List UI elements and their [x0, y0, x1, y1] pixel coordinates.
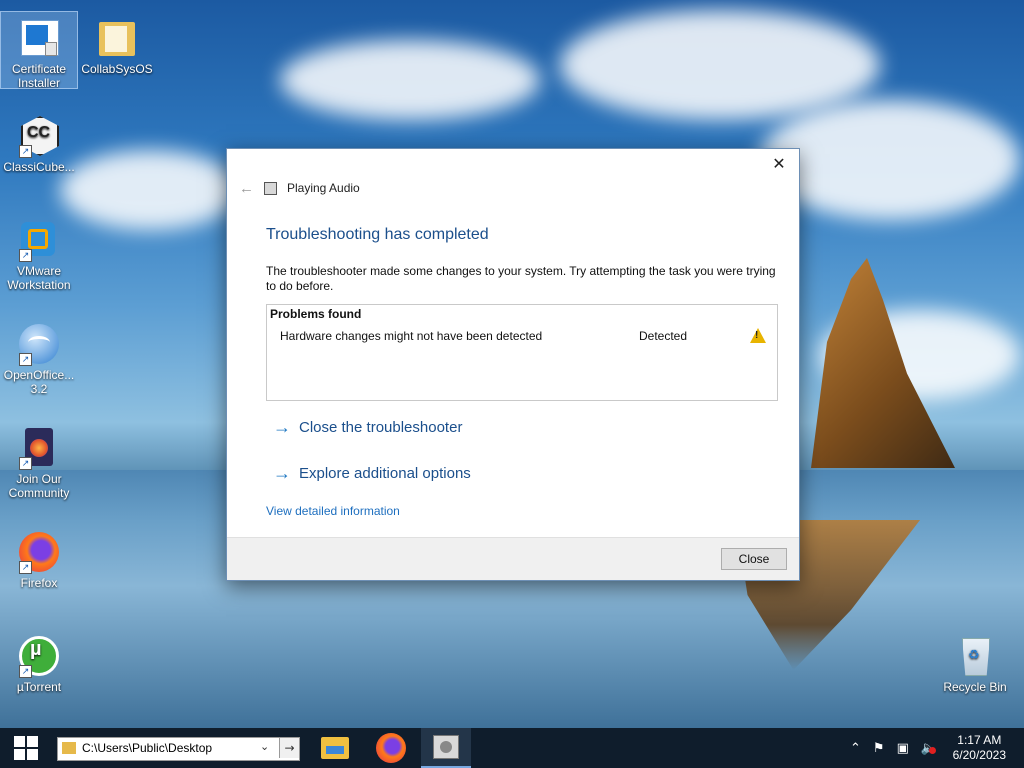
- shortcut-arrow-icon: ↗: [19, 561, 32, 574]
- folder-icon: [62, 742, 76, 754]
- desktop-icon-label: Firefox: [20, 576, 58, 590]
- folder-icon: [95, 16, 139, 60]
- taskbar-troubleshooter[interactable]: [421, 728, 471, 768]
- dialog-header: ← Playing Audio: [239, 179, 360, 197]
- dialog-title: Troubleshooting has completed: [266, 226, 489, 243]
- desktop-icon-label: VMware Workstation: [7, 264, 71, 292]
- vmware-icon: ↗: [17, 218, 61, 262]
- back-arrow-icon[interactable]: ←: [239, 180, 254, 197]
- explore-options-label: Explore additional options: [299, 465, 471, 482]
- cloud: [60, 150, 240, 230]
- troubleshooter-icon: [433, 735, 459, 759]
- start-button[interactable]: [0, 728, 52, 768]
- close-troubleshooter-label: Close the troubleshooter: [299, 419, 463, 436]
- shortcut-arrow-icon: ↗: [19, 665, 32, 678]
- dialog-description: The troubleshooter made some changes to …: [266, 264, 776, 293]
- chevron-up-icon[interactable]: ⌃: [850, 741, 861, 756]
- chevron-down-icon[interactable]: ⌄: [260, 740, 269, 753]
- shortcut-arrow-icon: ↗: [19, 457, 32, 470]
- flag-icon[interactable]: ⚑: [873, 741, 885, 756]
- cloud: [560, 10, 880, 120]
- desktop-icon-label: Certificate Installer: [11, 62, 67, 90]
- desktop-icon-vmware[interactable]: ↗ VMware Workstation: [1, 214, 77, 292]
- troubleshooter-icon: [264, 181, 277, 195]
- file-explorer-icon: [321, 737, 349, 759]
- desktop-icon-firefox[interactable]: ↗ Firefox: [1, 526, 77, 590]
- address-input[interactable]: C:\Users\Public\Desktop: [82, 741, 212, 755]
- desktop-icon-utorrent[interactable]: µ ↗ µTorrent: [1, 630, 77, 694]
- shortcut-arrow-icon: ↗: [19, 353, 32, 366]
- certificate-installer-icon: [17, 16, 61, 60]
- close-icon[interactable]: ✕: [767, 153, 791, 175]
- desktop-icon-recycle-bin[interactable]: ♻ Recycle Bin: [937, 630, 1013, 694]
- network-icon[interactable]: ▣: [897, 741, 909, 756]
- desktop-icon-label: CollabSysOS: [81, 62, 153, 76]
- close-troubleshooter-link[interactable]: → Close the troubleshooter: [273, 417, 462, 438]
- clock-date: 6/20/2023: [952, 748, 1006, 762]
- troubleshooter-dialog: ✕ ← Playing Audio Troubleshooting has co…: [226, 148, 800, 581]
- classicube-icon: CC ↗: [17, 114, 61, 158]
- go-arrow-icon[interactable]: →: [279, 738, 299, 758]
- desktop-icon-certificate-installer[interactable]: Certificate Installer: [0, 11, 78, 90]
- desktop-icon-label: Join Our Community: [8, 472, 70, 500]
- view-details-link[interactable]: View detailed information: [266, 504, 400, 518]
- firefox-icon: ↗: [17, 530, 61, 574]
- address-toolbar[interactable]: C:\Users\Public\Desktop ⌄ →: [57, 737, 300, 761]
- firefox-icon: [376, 733, 406, 763]
- desktop: Certificate Installer CollabSysOS CC ↗ C…: [0, 0, 1024, 728]
- problem-row[interactable]: Hardware changes might not have been det…: [267, 327, 777, 347]
- problems-panel: Problems found Hardware changes might no…: [266, 304, 778, 401]
- dialog-footer: Close: [227, 537, 799, 580]
- recycle-bin-icon: ♻: [953, 634, 997, 678]
- desktop-icon-openoffice[interactable]: ↗ OpenOffice... 3.2: [1, 318, 77, 396]
- system-clock[interactable]: 1:17 AM 6/20/2023: [953, 733, 1006, 763]
- dialog-header-title: Playing Audio: [287, 181, 360, 195]
- desktop-icon-label: Recycle Bin: [943, 680, 1007, 694]
- problem-status: Detected: [639, 329, 688, 343]
- warning-icon: !: [750, 328, 766, 343]
- taskbar: C:\Users\Public\Desktop ⌄ → ⌃ ⚑ ▣ 🔈 1:17…: [0, 728, 1024, 768]
- close-button[interactable]: Close: [721, 548, 787, 570]
- desktop-icon-community[interactable]: ↗ Join Our Community: [1, 422, 77, 500]
- openoffice-icon: ↗: [17, 322, 61, 366]
- desktop-icon-collabsysos[interactable]: CollabSysOS: [79, 12, 155, 76]
- clock-time: 1:17 AM: [957, 733, 1002, 747]
- shortcut-arrow-icon: ↗: [19, 145, 32, 158]
- explore-options-link[interactable]: → Explore additional options: [273, 463, 471, 484]
- problems-header: Problems found: [270, 307, 362, 321]
- arrow-right-icon: →: [273, 463, 291, 483]
- volume-muted-icon[interactable]: 🔈: [921, 741, 937, 756]
- arrow-right-icon: →: [273, 417, 291, 437]
- desktop-icon-classicube[interactable]: CC ↗ ClassiCube...: [1, 110, 77, 174]
- cloud: [280, 40, 540, 120]
- desktop-icon-label: µTorrent: [16, 680, 62, 694]
- windows-logo-icon: [14, 736, 38, 760]
- desktop-icon-label: ClassiCube...: [3, 160, 75, 174]
- taskbar-file-explorer[interactable]: [310, 728, 360, 768]
- system-tray: ⌃ ⚑ ▣ 🔈: [850, 728, 937, 768]
- community-icon: ↗: [17, 426, 61, 470]
- problem-name: Hardware changes might not have been det…: [280, 329, 543, 343]
- taskbar-firefox[interactable]: [366, 728, 416, 768]
- desktop-icon-label: OpenOffice... 3.2: [3, 368, 75, 396]
- utorrent-icon: µ ↗: [17, 634, 61, 678]
- shortcut-arrow-icon: ↗: [19, 249, 32, 262]
